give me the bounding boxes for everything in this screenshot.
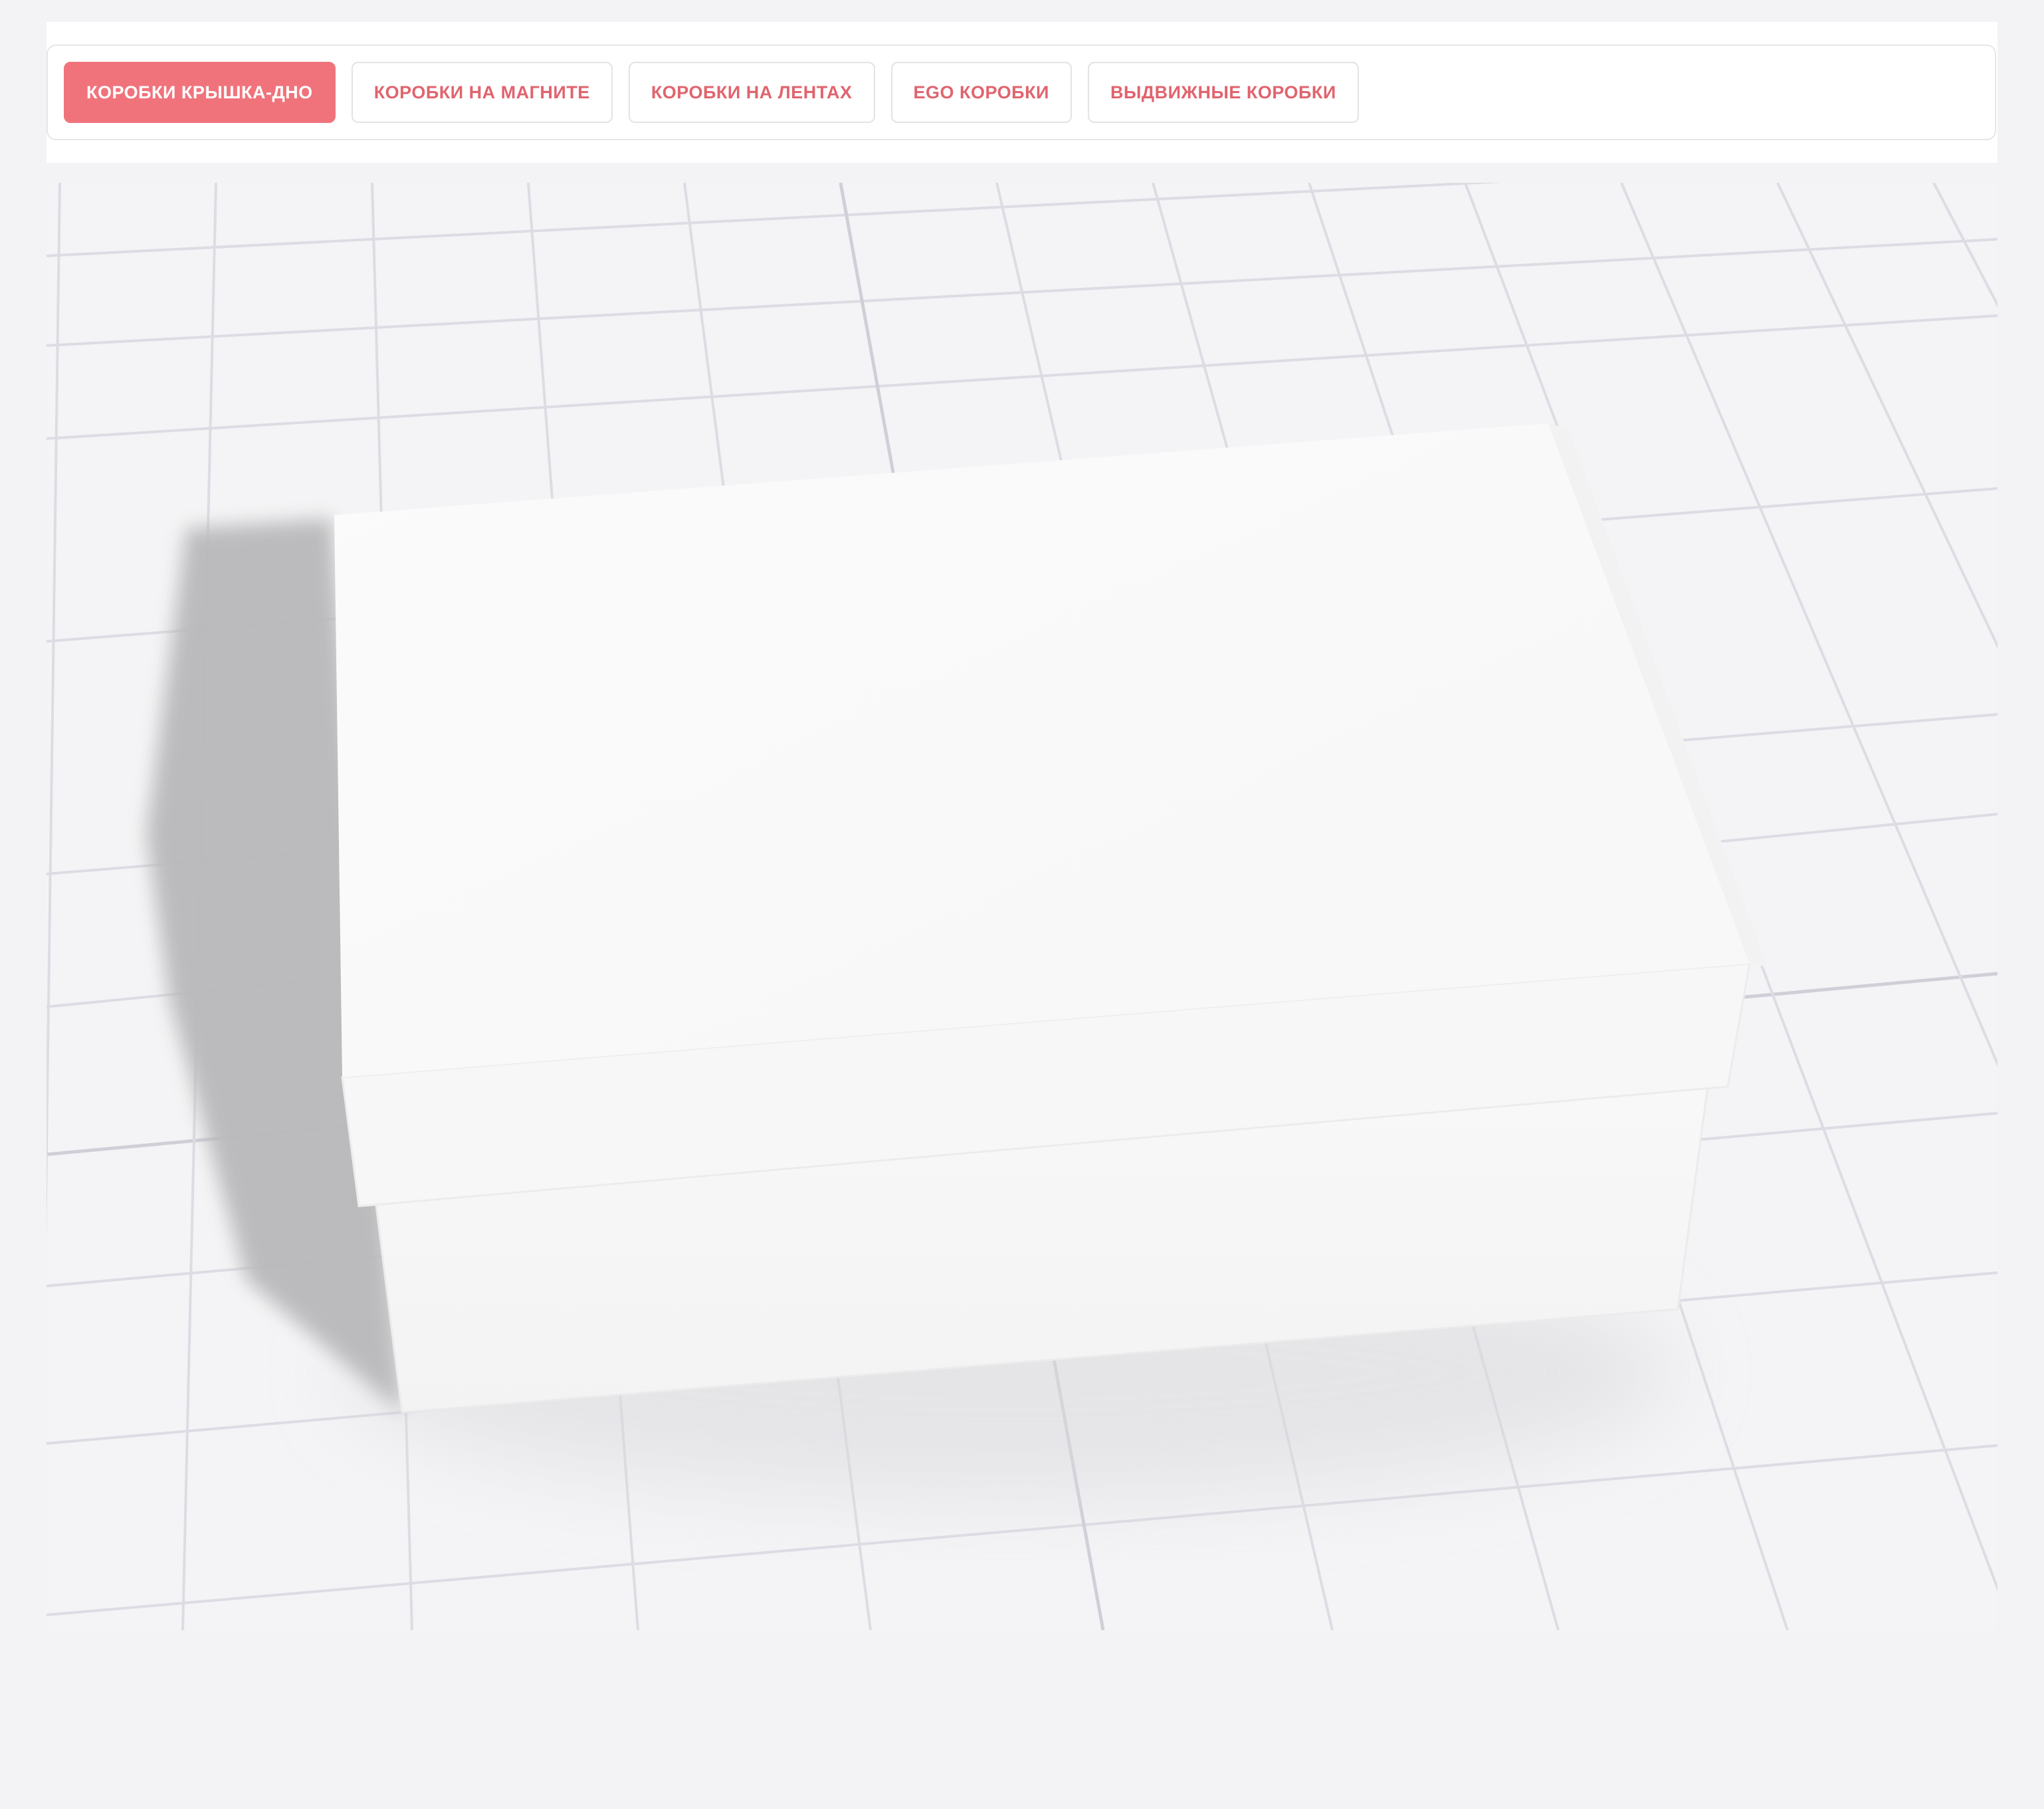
tab-lid-bottom-boxes[interactable]: КОРОБКИ КРЫШКА-ДНО (64, 62, 336, 123)
tab-ribbon-boxes[interactable]: КОРОБКИ НА ЛЕНТАХ (628, 62, 875, 123)
tab-sliding-boxes[interactable]: ВЫДВИЖНЫЕ КОРОБКИ (1087, 62, 1359, 123)
category-bar: КОРОБКИ КРЫШКА-ДНО КОРОБКИ НА МАГНИТЕ КО… (47, 22, 1997, 163)
tabs-panel: КОРОБКИ КРЫШКА-ДНО КОРОБКИ НА МАГНИТЕ КО… (47, 45, 1996, 140)
tab-ego-boxes[interactable]: EGO КОРОБКИ (890, 62, 1072, 123)
3d-scene-canvas[interactable] (47, 183, 1997, 1630)
page: КОРОБКИ КРЫШКА-ДНО КОРОБКИ НА МАГНИТЕ КО… (0, 0, 2044, 1809)
box-lid-top (334, 423, 1750, 1077)
box-type-tabs: КОРОБКИ КРЫШКА-ДНО КОРОБКИ НА МАГНИТЕ КО… (64, 62, 1359, 123)
tab-magnetic-boxes[interactable]: КОРОБКИ НА МАГНИТЕ (351, 62, 613, 123)
3d-box-viewer[interactable] (47, 183, 1997, 1630)
